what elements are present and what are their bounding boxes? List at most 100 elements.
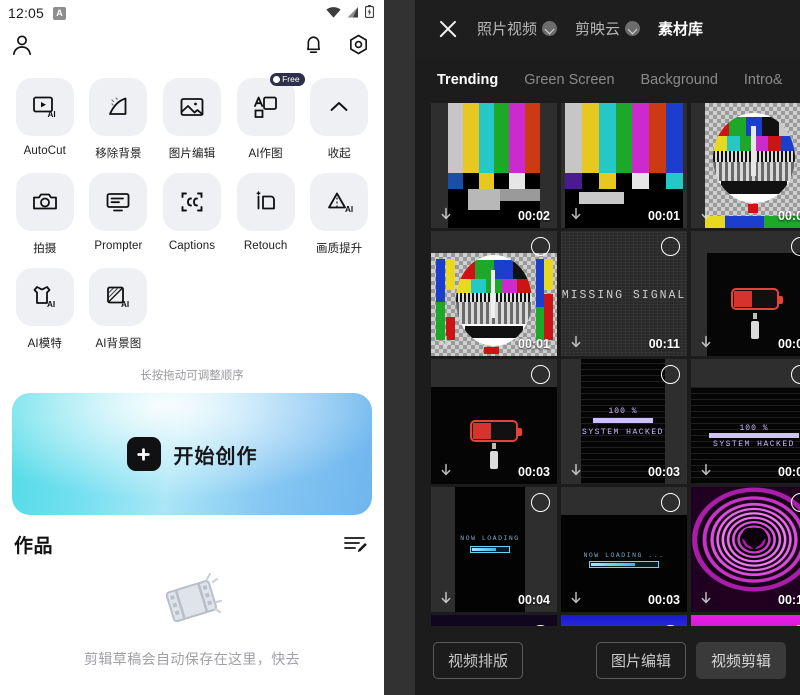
media-picker-panel: 照片视频 剪映云 素材库 Trending Green Screen Backg… — [415, 0, 800, 695]
neon-magenta-art — [691, 615, 800, 626]
thumbnail-grid: 00:02 00:01 00:0 00:01 MISSING SIGNAL 00… — [431, 103, 800, 626]
tool-item-photo-edit[interactable]: 图片编辑 — [155, 70, 229, 161]
tool-item-remove-bg[interactable]: 移除背景 — [82, 70, 156, 161]
start-create-label: 开始创作 — [173, 445, 258, 468]
battery-icon — [470, 419, 522, 442]
tool-label: AutoCut — [23, 145, 66, 157]
source-tab-library[interactable]: 素材库 — [658, 18, 703, 39]
thumbnail-item[interactable] — [691, 615, 800, 626]
tool-item-captions[interactable]: Captions — [155, 165, 229, 256]
thumbnail-item[interactable] — [431, 615, 557, 626]
tool-item-autocut[interactable]: AI AutoCut — [8, 70, 82, 161]
photo-edit-icon — [162, 78, 221, 136]
download-icon[interactable] — [570, 463, 582, 477]
hacked-percent: 100 % — [739, 423, 769, 433]
thumbnail-item[interactable]: NOW LOADING ... 00:04 — [431, 487, 557, 612]
missing-signal-text: MISSING SIGNAL — [561, 288, 687, 302]
tab-trending[interactable]: Trending — [437, 72, 498, 88]
prompter-icon — [89, 173, 148, 231]
download-icon[interactable] — [570, 207, 582, 221]
hacked-percent: 100 % — [608, 406, 638, 416]
tool-label: 收起 — [327, 148, 351, 160]
download-icon[interactable] — [440, 463, 452, 477]
tool-item-prompter[interactable]: Prompter — [82, 165, 156, 256]
source-tab-cloud[interactable]: 剪映云 — [575, 18, 641, 39]
thumbnail-item[interactable]: 00:02 — [431, 103, 557, 228]
select-circle[interactable] — [661, 237, 680, 256]
thumbnail-item[interactable] — [561, 615, 687, 626]
sort-edit-icon[interactable] — [342, 531, 368, 558]
tab-background[interactable]: Background — [641, 72, 718, 88]
video-layout-button[interactable]: 视频排版 — [433, 642, 524, 679]
thumbnail-item[interactable]: 00:03 — [691, 231, 800, 356]
screen-root: 12:05 A AI AutoCut 移除背景 图片编辑 Free AI作图 收… — [0, 0, 800, 695]
battery-icon — [364, 5, 375, 21]
svg-text:AI: AI — [345, 205, 353, 214]
thumbnail-item[interactable]: 100 % SYSTEM HACKED 00:03 — [691, 359, 800, 484]
close-icon[interactable] — [437, 18, 459, 40]
photo-edit-button[interactable]: 图片编辑 — [595, 642, 686, 679]
tool-item-ai-image[interactable]: Free AI作图 — [229, 70, 305, 161]
select-circle[interactable] — [661, 365, 680, 384]
bell-icon[interactable] — [302, 33, 325, 61]
download-icon[interactable] — [440, 591, 452, 605]
tab-intro[interactable]: Intro& — [744, 72, 783, 88]
thumbnail-item[interactable]: 00:01 — [431, 231, 557, 356]
download-icon[interactable] — [700, 207, 712, 221]
film-strip-icon — [158, 572, 226, 639]
remove-bg-icon — [89, 78, 148, 136]
download-icon[interactable] — [700, 463, 712, 477]
thumbnail-item[interactable]: MISSING SIGNAL 00:11 — [561, 231, 687, 356]
select-circle[interactable] — [661, 493, 680, 512]
select-circle[interactable] — [531, 237, 550, 256]
download-icon[interactable] — [440, 335, 452, 349]
thumbnail-item[interactable]: 00:15 — [691, 487, 800, 612]
duration-label: 00:04 — [518, 593, 550, 607]
panel-divider — [384, 0, 415, 695]
svg-text:AI: AI — [47, 110, 55, 119]
download-icon[interactable] — [570, 591, 582, 605]
start-create-button[interactable]: 开始创作 — [12, 393, 372, 515]
thumbnail-scroll-area[interactable]: 00:02 00:01 00:0 00:01 MISSING SIGNAL 00… — [415, 103, 800, 626]
free-badge-label: Free — [282, 74, 300, 84]
clock-icon — [273, 75, 281, 83]
gear-icon[interactable] — [347, 33, 370, 61]
video-edit-button[interactable]: 视频剪辑 — [695, 642, 786, 679]
source-tab-photos[interactable]: 照片视频 — [477, 18, 558, 39]
drag-hint: 长按拖动可调整顺序 — [140, 370, 244, 382]
thumbnail-item[interactable]: 00:01 — [561, 103, 687, 228]
select-circle[interactable] — [791, 365, 800, 384]
tool-item-ai-bg[interactable]: AI AI背景图 — [82, 260, 156, 351]
duration-label: 00:03 — [648, 465, 680, 479]
chevron-down-icon — [542, 21, 558, 36]
tool-item-enhance[interactable]: AI 画质提升 — [302, 165, 376, 256]
download-icon[interactable] — [440, 207, 452, 221]
thumbnail-item[interactable]: 100 % SYSTEM HACKED 00:03 — [561, 359, 687, 484]
thumbnail-item[interactable]: 00:03 — [431, 359, 557, 484]
duration-label: 00:02 — [518, 209, 550, 223]
status-indicators — [326, 5, 375, 21]
status-app-badge: A — [53, 6, 67, 20]
tool-label: AI背景图 — [95, 338, 142, 350]
tool-item-collapse[interactable]: 收起 — [302, 70, 376, 161]
select-circle[interactable] — [531, 365, 550, 384]
tool-item-shoot[interactable]: 拍摄 — [8, 165, 82, 256]
tool-label: Captions — [168, 240, 216, 252]
loading-label: NOW LOADING ... — [583, 551, 665, 559]
download-icon[interactable] — [700, 335, 712, 349]
tab-green-screen[interactable]: Green Screen — [524, 72, 614, 88]
thumbnail-item[interactable]: 00:01 — [691, 103, 800, 228]
tool-item-retouch[interactable]: Retouch — [229, 165, 303, 256]
works-header: 作品 — [0, 515, 384, 558]
status-bar: 12:05 A — [0, 0, 384, 26]
hacked-label: SYSTEM HACKED — [713, 440, 795, 450]
download-icon[interactable] — [570, 335, 582, 349]
hacked-progress-bar — [708, 432, 800, 438]
tool-item-ai-model[interactable]: AI AI模特 — [8, 260, 82, 351]
thumbnail-item[interactable]: NOW LOADING ... 00:03 — [561, 487, 687, 612]
select-circle[interactable] — [531, 493, 550, 512]
download-icon[interactable] — [700, 591, 712, 605]
person-icon[interactable] — [10, 33, 34, 62]
account-toolbar — [0, 26, 384, 68]
loading-progress-bar — [588, 560, 660, 568]
